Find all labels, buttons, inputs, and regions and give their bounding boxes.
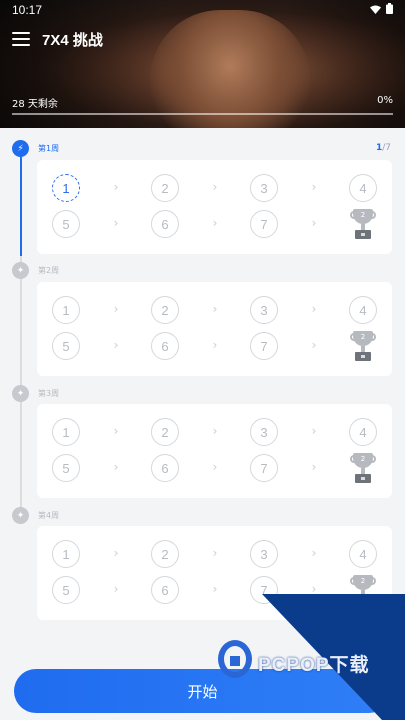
app-bar: 7X4 挑战	[12, 28, 103, 50]
day-3-button[interactable]: 3	[250, 174, 278, 202]
week-label: 第1周	[38, 144, 60, 153]
day-2-button[interactable]: 2	[151, 174, 179, 202]
week-card: 1 › 2 › 3 › 4 5 › 6 › 7 › 2	[37, 404, 392, 498]
day-4-button[interactable]: 4	[349, 418, 377, 446]
chevron-right-icon: ›	[212, 546, 218, 560]
day-6-button[interactable]: 6	[151, 576, 179, 604]
day-2-button[interactable]: 2	[151, 296, 179, 324]
day-7-button[interactable]: 7	[250, 332, 278, 360]
week-card: 1 › 2 › 3 › 4 5 › 6 › 7 › 2	[37, 160, 392, 254]
day-1-button[interactable]: 1	[52, 174, 80, 202]
menu-icon[interactable]	[12, 32, 30, 46]
trophy-icon: 2	[350, 453, 376, 485]
chevron-right-icon: ›	[113, 216, 119, 230]
week-counter: 1/7	[375, 143, 391, 153]
day-2-button[interactable]: 2	[151, 418, 179, 446]
week-marker-icon: ✦	[12, 385, 29, 402]
chevron-right-icon: ›	[113, 460, 119, 474]
chevron-right-icon: ›	[311, 216, 317, 230]
progress-percent: 0%	[377, 95, 393, 106]
status-time: 10:17	[12, 3, 43, 17]
day-6-button[interactable]: 6	[151, 210, 179, 238]
chevron-right-icon: ›	[212, 582, 218, 596]
week-marker-icon: ✦	[12, 262, 29, 279]
day-3-button[interactable]: 3	[250, 540, 278, 568]
day-5-button[interactable]: 5	[52, 332, 80, 360]
day-6-button[interactable]: 6	[151, 332, 179, 360]
trophy-icon: 2	[350, 331, 376, 363]
days-left-label: 28 天剩余	[12, 99, 58, 110]
chevron-right-icon: ›	[113, 180, 119, 194]
day-5-button[interactable]: 5	[52, 210, 80, 238]
battery-icon	[386, 3, 393, 17]
chevron-right-icon: ›	[212, 216, 218, 230]
day-3-button[interactable]: 3	[250, 418, 278, 446]
hero-banner	[0, 0, 405, 128]
chevron-right-icon: ›	[212, 302, 218, 316]
day-1-button[interactable]: 1	[52, 418, 80, 446]
day-1-button[interactable]: 1	[52, 540, 80, 568]
day-5-button[interactable]: 5	[52, 454, 80, 482]
chevron-right-icon: ›	[311, 302, 317, 316]
chevron-right-icon: ›	[212, 180, 218, 194]
week-marker-icon: ✦	[12, 507, 29, 524]
chevron-right-icon: ›	[212, 338, 218, 352]
chevron-right-icon: ›	[212, 460, 218, 474]
chevron-right-icon: ›	[311, 460, 317, 474]
watermark-logo: PCPOP下载	[218, 640, 398, 682]
week-label: 第2周	[38, 266, 60, 275]
chevron-right-icon: ›	[311, 546, 317, 560]
day-4-button[interactable]: 4	[349, 174, 377, 202]
week-marker-icon: ⚡	[12, 140, 29, 157]
day-7-button[interactable]: 7	[250, 454, 278, 482]
watermark-text: PCPOP下载	[258, 655, 370, 676]
chevron-right-icon: ›	[113, 302, 119, 316]
day-4-button[interactable]: 4	[349, 296, 377, 324]
day-7-button[interactable]: 7	[250, 210, 278, 238]
pcpop-logo-icon	[218, 640, 252, 678]
chevron-right-icon: ›	[311, 338, 317, 352]
week-label: 第3周	[38, 389, 60, 398]
day-6-button[interactable]: 6	[151, 454, 179, 482]
timeline-active-segment	[20, 148, 22, 256]
chevron-right-icon: ›	[113, 582, 119, 596]
progress-bar	[12, 113, 393, 115]
day-4-button[interactable]: 4	[349, 540, 377, 568]
chevron-right-icon: ›	[311, 180, 317, 194]
day-1-button[interactable]: 1	[52, 296, 80, 324]
chevron-right-icon: ›	[212, 424, 218, 438]
day-5-button[interactable]: 5	[52, 576, 80, 604]
trophy-icon: 2	[350, 209, 376, 241]
status-bar: 10:17	[12, 2, 393, 18]
week-card: 1 › 2 › 3 › 4 5 › 6 › 7 › 2	[37, 282, 392, 376]
day-3-button[interactable]: 3	[250, 296, 278, 324]
page-title: 7X4 挑战	[42, 31, 103, 49]
wifi-icon	[370, 3, 381, 17]
week-label: 第4周	[38, 511, 60, 520]
chevron-right-icon: ›	[113, 546, 119, 560]
week-timeline	[20, 148, 22, 520]
chevron-right-icon: ›	[113, 338, 119, 352]
chevron-right-icon: ›	[113, 424, 119, 438]
chevron-right-icon: ›	[311, 424, 317, 438]
day-2-button[interactable]: 2	[151, 540, 179, 568]
